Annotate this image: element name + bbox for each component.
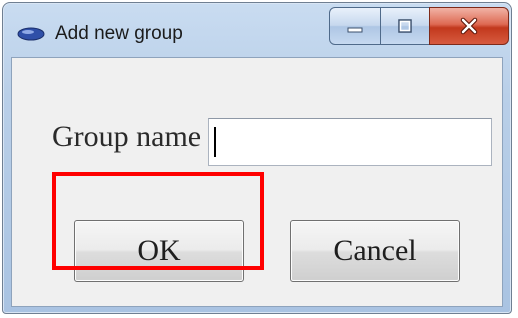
text-caret xyxy=(214,127,216,157)
group-name-input[interactable] xyxy=(208,118,492,166)
cancel-button[interactable]: Cancel xyxy=(290,220,460,282)
ok-button[interactable]: OK xyxy=(74,220,244,282)
group-name-label: Group name xyxy=(52,120,202,153)
window-title: Add new group xyxy=(55,23,183,44)
dialog-body: Group name OK Cancel xyxy=(11,57,503,307)
add-group-dialog: Add new group Group name OK Cancel xyxy=(2,2,512,314)
close-button[interactable] xyxy=(429,7,509,45)
maximize-button[interactable] xyxy=(380,7,430,45)
maximize-icon xyxy=(381,8,429,44)
app-icon xyxy=(17,27,45,41)
close-icon xyxy=(430,8,508,44)
title-bar[interactable]: Add new group xyxy=(3,3,511,57)
ok-button-label: OK xyxy=(137,234,181,267)
minimize-button[interactable] xyxy=(329,7,381,45)
cancel-button-label: Cancel xyxy=(333,234,417,267)
minimize-icon xyxy=(330,8,380,44)
